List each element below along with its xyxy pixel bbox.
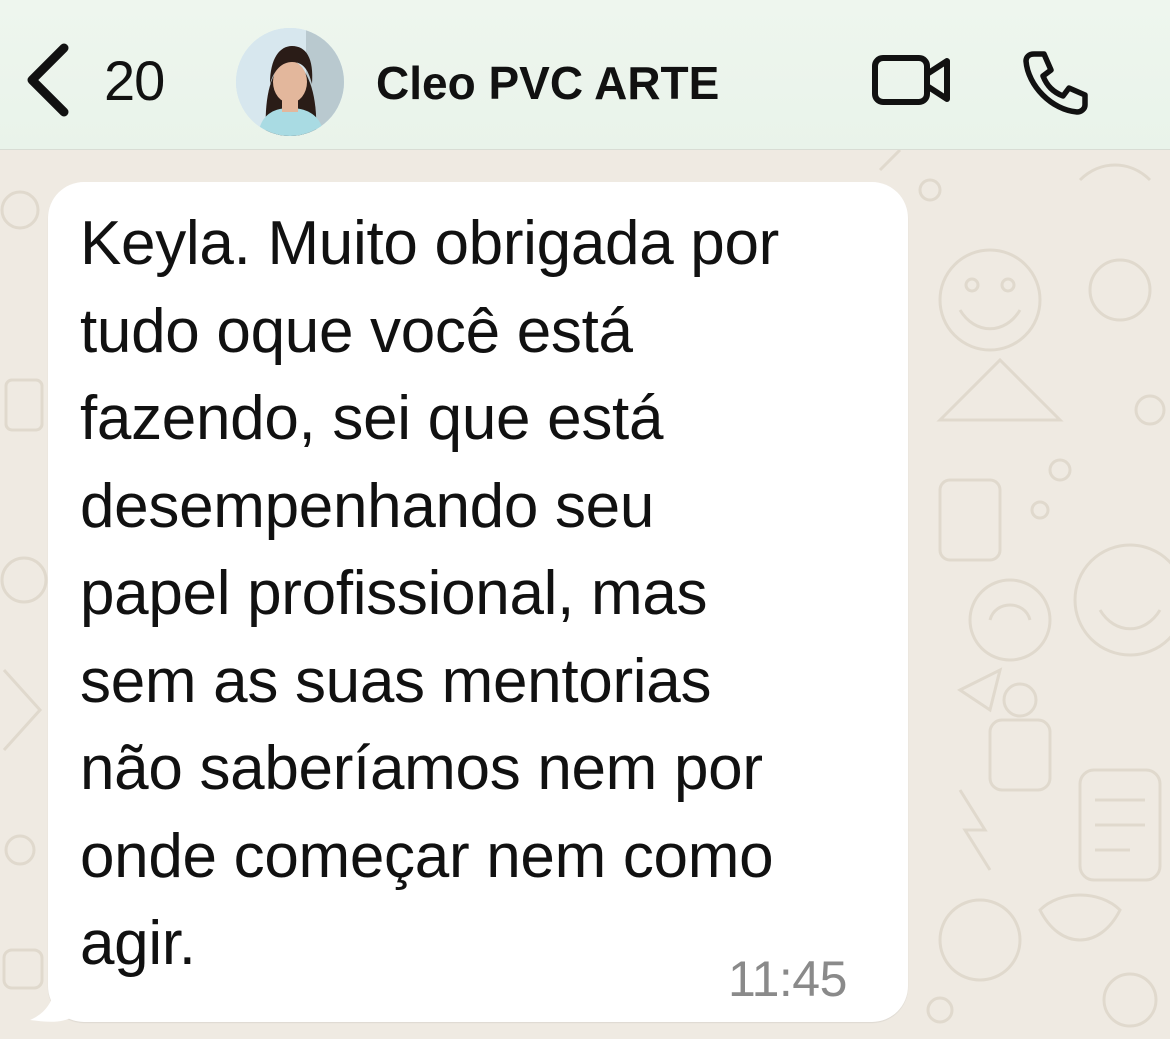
video-camera-icon: [870, 55, 954, 116]
message-text: Keyla. Muito obrigada por tudo oque você…: [80, 209, 780, 978]
avatar[interactable]: [236, 28, 344, 136]
chevron-left-icon: [22, 40, 72, 120]
contact-name[interactable]: Cleo PVC ARTE: [376, 56, 719, 110]
chat-area[interactable]: Keyla. Muito obrigada por tudo oque você…: [0, 150, 1170, 1039]
bubble-tail: [30, 986, 74, 1022]
message-timestamp: 11:45: [728, 951, 847, 1007]
voice-call-button[interactable]: [1020, 46, 1092, 118]
chat-header: 20 Cleo PVC ARTE: [0, 0, 1170, 150]
unread-count: 20: [104, 48, 165, 112]
back-button[interactable]: 20: [22, 38, 202, 122]
phone-icon: [1020, 51, 1092, 122]
video-call-button[interactable]: [870, 48, 954, 112]
